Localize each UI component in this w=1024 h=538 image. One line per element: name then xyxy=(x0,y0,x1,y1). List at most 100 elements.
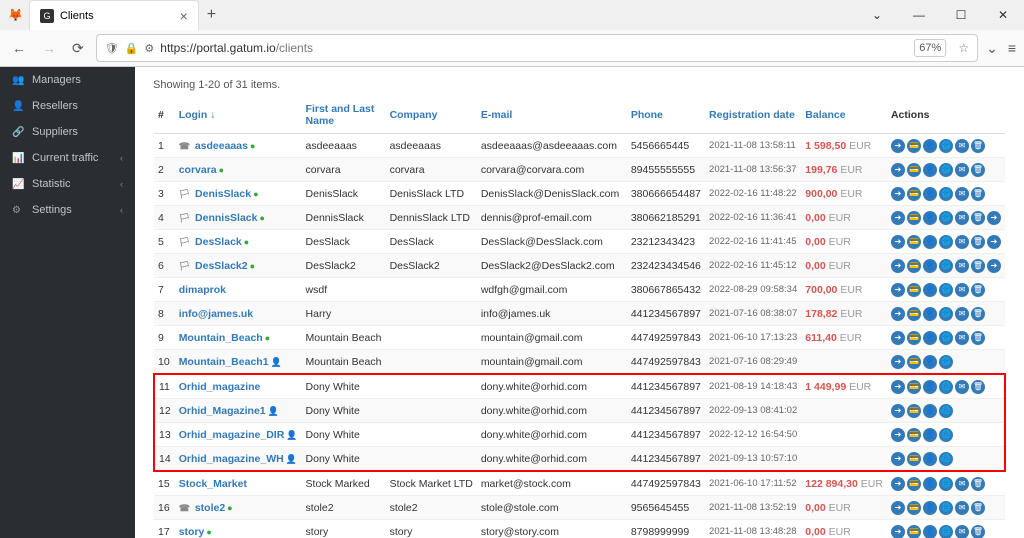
action-icon-0[interactable]: ➔ xyxy=(891,163,905,177)
action-icon-1[interactable]: 💳 xyxy=(907,501,921,515)
action-icon-4[interactable]: ✉ xyxy=(955,211,969,225)
login-link[interactable]: ☎ asdeeaaas xyxy=(179,140,248,152)
action-icon-2[interactable]: 👤 xyxy=(923,139,937,153)
action-icon-0[interactable]: ➔ xyxy=(891,235,905,249)
action-icon-0[interactable]: ➔ xyxy=(891,331,905,345)
action-icon-2[interactable]: 👤 xyxy=(923,428,937,442)
action-icon-5[interactable]: 🗑 xyxy=(971,235,985,249)
action-icon-3[interactable]: 🌐 xyxy=(939,501,953,515)
action-icon-5[interactable]: 🗑 xyxy=(971,163,985,177)
action-icon-4[interactable]: ✉ xyxy=(955,139,969,153)
bookmark-icon[interactable]: ☆ xyxy=(958,41,969,55)
window-minimize-icon[interactable]: — xyxy=(898,8,940,22)
action-icon-5[interactable]: 🗑 xyxy=(971,259,985,273)
login-link[interactable]: Mountain_Beach1 xyxy=(179,356,269,368)
action-icon-5[interactable]: 🗑 xyxy=(971,283,985,297)
action-icon-4[interactable]: ✉ xyxy=(955,163,969,177)
action-icon-2[interactable]: 👤 xyxy=(923,452,937,466)
action-icon-3[interactable]: 🌐 xyxy=(939,404,953,418)
address-bar[interactable]: 🛡 🔒 ⚙ https://portal.gatum.io/clients 67… xyxy=(96,34,978,62)
action-icon-0[interactable]: ➔ xyxy=(891,187,905,201)
action-icon-2[interactable]: 👤 xyxy=(923,307,937,321)
action-icon-0[interactable]: ➔ xyxy=(891,380,905,394)
action-icon-2[interactable]: 👤 xyxy=(923,477,937,491)
action-icon-2[interactable]: 👤 xyxy=(923,163,937,177)
action-icon-1[interactable]: 💳 xyxy=(907,428,921,442)
action-icon-1[interactable]: 💳 xyxy=(907,477,921,491)
action-icon-1[interactable]: 💳 xyxy=(907,211,921,225)
action-icon-5[interactable]: 🗑 xyxy=(971,331,985,345)
reload-button[interactable]: ⟳ xyxy=(68,36,88,61)
action-icon-2[interactable]: 👤 xyxy=(923,211,937,225)
pocket-icon[interactable]: ⌄ xyxy=(986,40,998,57)
action-icon-5[interactable]: 🗑 xyxy=(971,211,985,225)
header-reg[interactable]: Registration date xyxy=(705,97,801,134)
action-icon-5[interactable]: 🗑 xyxy=(971,380,985,394)
window-close-icon[interactable]: ✕ xyxy=(982,8,1024,22)
new-tab-button[interactable]: + xyxy=(207,6,216,24)
action-icon-4[interactable]: ✉ xyxy=(955,187,969,201)
action-icon-5[interactable]: 🗑 xyxy=(971,139,985,153)
header-company[interactable]: Company xyxy=(386,97,477,134)
action-icon-2[interactable]: 👤 xyxy=(923,259,937,273)
action-icon-2[interactable]: 👤 xyxy=(923,525,937,538)
action-icon-2[interactable]: 👤 xyxy=(923,380,937,394)
action-icon-2[interactable]: 👤 xyxy=(923,187,937,201)
action-icon-1[interactable]: 💳 xyxy=(907,404,921,418)
zoom-level[interactable]: 67% xyxy=(914,39,946,57)
action-icon-3[interactable]: 🌐 xyxy=(939,355,953,369)
action-icon-1[interactable]: 💳 xyxy=(907,331,921,345)
action-icon-3[interactable]: 🌐 xyxy=(939,380,953,394)
action-icon-4[interactable]: ✉ xyxy=(955,235,969,249)
action-icon-0[interactable]: ➔ xyxy=(891,355,905,369)
action-icon-0[interactable]: ➔ xyxy=(891,477,905,491)
login-link[interactable]: corvara xyxy=(179,164,217,176)
action-icon-2[interactable]: 👤 xyxy=(923,501,937,515)
action-icon-3[interactable]: 🌐 xyxy=(939,452,953,466)
action-icon-5[interactable]: 🗑 xyxy=(971,477,985,491)
header-email[interactable]: E-mail xyxy=(477,97,627,134)
action-icon-0[interactable]: ➔ xyxy=(891,428,905,442)
action-icon-1[interactable]: 💳 xyxy=(907,380,921,394)
action-icon-4[interactable]: ✉ xyxy=(955,307,969,321)
header-name[interactable]: First and Last Name xyxy=(302,97,386,134)
action-icon-5[interactable]: 🗑 xyxy=(971,525,985,538)
action-icon-3[interactable]: 🌐 xyxy=(939,211,953,225)
action-icon-3[interactable]: 🌐 xyxy=(939,331,953,345)
action-icon-1[interactable]: 💳 xyxy=(907,525,921,538)
login-link[interactable]: ☎ stole2 xyxy=(179,502,225,514)
action-icon-0[interactable]: ➔ xyxy=(891,452,905,466)
action-icon-3[interactable]: 🌐 xyxy=(939,163,953,177)
login-link[interactable]: 🏳 DesSlack2 xyxy=(179,260,248,272)
action-icon-4[interactable]: ✉ xyxy=(955,477,969,491)
back-button[interactable]: ← xyxy=(8,36,30,60)
action-icon-0[interactable]: ➔ xyxy=(891,307,905,321)
action-icon-4[interactable]: ✉ xyxy=(955,259,969,273)
action-icon-3[interactable]: 🌐 xyxy=(939,235,953,249)
login-link[interactable]: Stock_Market xyxy=(179,478,247,490)
action-icon-0[interactable]: ➔ xyxy=(891,259,905,273)
action-icon-4[interactable]: ✉ xyxy=(955,501,969,515)
action-icon-0[interactable]: ➔ xyxy=(891,525,905,538)
sidebar-item-current-traffic[interactable]: 📊Current traffic‹ xyxy=(0,145,135,171)
login-link[interactable]: Orhid_magazine xyxy=(179,381,261,393)
sidebar-item-resellers[interactable]: 👤Resellers xyxy=(0,93,135,119)
action-icon-5[interactable]: 🗑 xyxy=(971,187,985,201)
action-icon-1[interactable]: 💳 xyxy=(907,452,921,466)
header-phone[interactable]: Phone xyxy=(627,97,705,134)
window-maximize-icon[interactable]: ☐ xyxy=(940,8,982,22)
menu-icon[interactable]: ≡ xyxy=(1008,40,1016,57)
forward-button[interactable]: → xyxy=(38,36,60,60)
action-icon-3[interactable]: 🌐 xyxy=(939,307,953,321)
sidebar-item-suppliers[interactable]: 🔗Suppliers xyxy=(0,119,135,145)
login-link[interactable]: Orhid_magazine_DIR xyxy=(179,429,285,441)
action-icon-0[interactable]: ➔ xyxy=(891,139,905,153)
action-icon-0[interactable]: ➔ xyxy=(891,404,905,418)
action-icon-3[interactable]: 🌐 xyxy=(939,259,953,273)
action-icon-3[interactable]: 🌐 xyxy=(939,139,953,153)
window-chevron-icon[interactable]: ⌄ xyxy=(856,8,898,22)
header-login[interactable]: Login ↓ xyxy=(175,97,302,134)
login-link[interactable]: Orhid_magazine_WH xyxy=(179,453,284,465)
login-link[interactable]: Orhid_Magazine1 xyxy=(179,405,266,417)
login-link[interactable]: Mountain_Beach xyxy=(179,332,263,344)
